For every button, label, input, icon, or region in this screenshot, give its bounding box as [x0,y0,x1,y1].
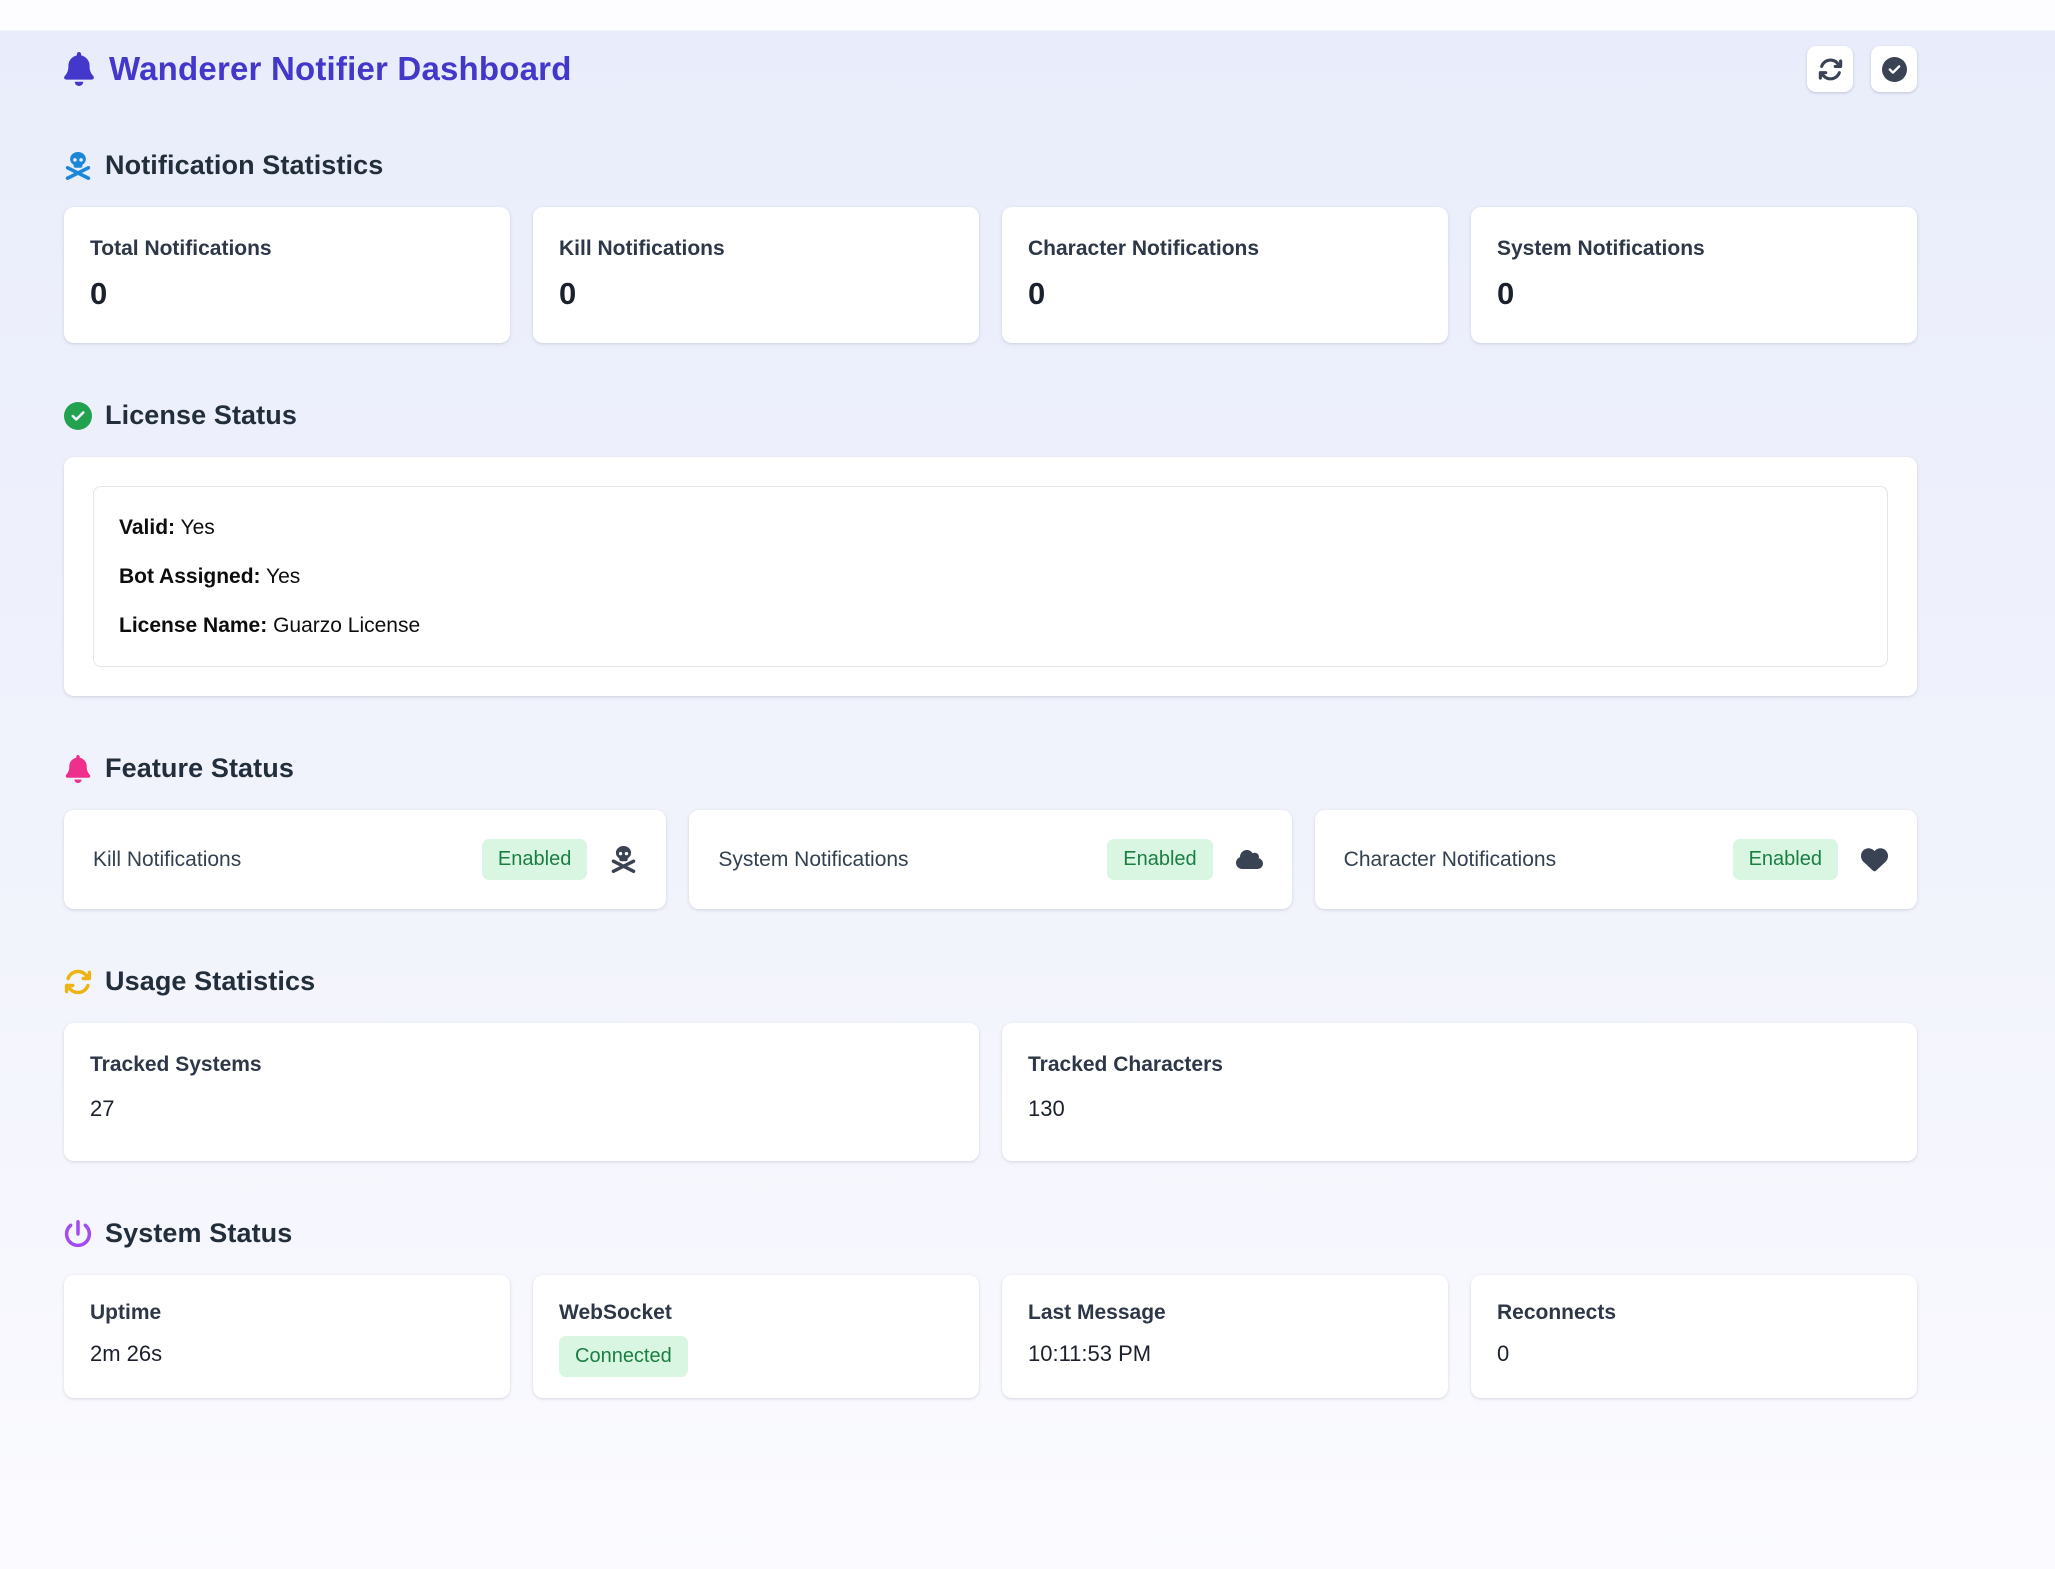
license-row-license-name: License Name: Guarzo License [119,612,1862,639]
stat-card-character-notifications: Character Notifications 0 [1002,207,1448,343]
license-label: Valid: [119,516,175,539]
system-grid: Uptime 2m 26s WebSocket Connected Last M… [64,1275,1917,1398]
section-title: System Status [64,1218,1917,1249]
dashboard-page: Wanderer Notifier Dashboard Notification… [64,0,1917,1398]
title-wrap: Wanderer Notifier Dashboard [64,50,572,88]
heart-icon [1861,846,1888,873]
license-row-bot-assigned: Bot Assigned: Yes [119,563,1862,590]
check-circle-icon [64,402,92,430]
system-label: WebSocket [559,1301,953,1325]
license-value: Yes [261,565,301,588]
header-buttons [1807,46,1917,92]
feature-card-character-notifications: Character Notifications Enabled [1315,810,1917,909]
feature-right: Enabled [1107,839,1262,880]
bell-icon [64,52,94,86]
system-label: Last Message [1028,1301,1422,1325]
feature-label: Character Notifications [1344,848,1556,872]
stat-value: 0 [90,276,484,312]
system-badge-wrap: Connected [559,1336,953,1377]
check-button[interactable] [1871,46,1917,92]
app-header: Wanderer Notifier Dashboard [64,46,1917,92]
section-heading: Feature Status [105,753,294,784]
stat-value: 0 [1497,276,1891,312]
system-card-websocket: WebSocket Connected [533,1275,979,1398]
status-badge: Enabled [1733,839,1838,880]
power-icon [64,1220,92,1248]
section-heading: System Status [105,1218,292,1249]
system-label: Uptime [90,1301,484,1325]
system-card-reconnects: Reconnects 0 [1471,1275,1917,1398]
usage-card-tracked-characters: Tracked Characters 130 [1002,1023,1917,1161]
stat-label: Total Notifications [90,237,484,261]
page-title: Wanderer Notifier Dashboard [109,50,572,88]
stat-card-system-notifications: System Notifications 0 [1471,207,1917,343]
stat-label: Character Notifications [1028,237,1422,261]
section-title: License Status [64,400,1917,431]
feature-card-kill-notifications: Kill Notifications Enabled [64,810,666,909]
status-badge: Enabled [482,839,587,880]
system-label: Reconnects [1497,1301,1891,1325]
section-heading: Usage Statistics [105,966,315,997]
system-value: 2m 26s [90,1341,484,1367]
license-label: License Name: [119,614,267,637]
cloud-icon [1236,846,1263,873]
feature-card-system-notifications: System Notifications Enabled [689,810,1291,909]
license-value: Guarzo License [267,614,420,637]
system-value: 0 [1497,1341,1891,1367]
section-system-status: System Status Uptime 2m 26s WebSocket Co… [64,1218,1917,1398]
system-card-last-message: Last Message 10:11:53 PM [1002,1275,1448,1398]
features-grid: Kill Notifications Enabled System Notifi… [64,810,1917,909]
stat-card-kill-notifications: Kill Notifications 0 [533,207,979,343]
license-row-valid: Valid: Yes [119,514,1862,541]
refresh-icon [1818,57,1843,82]
usage-grid: Tracked Systems 27 Tracked Characters 13… [64,1023,1917,1161]
license-details-box: Valid: Yes Bot Assigned: Yes License Nam… [93,486,1888,667]
status-badge: Enabled [1107,839,1212,880]
connected-badge: Connected [559,1336,688,1377]
feature-label: Kill Notifications [93,848,241,872]
section-heading: License Status [105,400,297,431]
section-title: Feature Status [64,753,1917,784]
section-usage-statistics: Usage Statistics Tracked Systems 27 Trac… [64,966,1917,1161]
stat-card-total-notifications: Total Notifications 0 [64,207,510,343]
stat-value: 0 [559,276,953,312]
section-title: Usage Statistics [64,966,1917,997]
feature-right: Enabled [1733,839,1888,880]
usage-label: Tracked Systems [90,1053,953,1077]
skull-crossbones-icon [64,152,92,180]
section-license-status: License Status Valid: Yes Bot Assigned: … [64,400,1917,696]
refresh-button[interactable] [1807,46,1853,92]
license-value: Yes [175,516,215,539]
license-card: Valid: Yes Bot Assigned: Yes License Nam… [64,457,1917,696]
system-card-uptime: Uptime 2m 26s [64,1275,510,1398]
section-heading: Notification Statistics [105,150,383,181]
usage-value: 27 [90,1096,953,1122]
refresh-icon [64,968,92,996]
check-circle-icon [1882,57,1907,82]
bell-icon [64,755,92,783]
usage-label: Tracked Characters [1028,1053,1891,1077]
usage-value: 130 [1028,1096,1891,1122]
skull-crossbones-icon [610,846,637,873]
stats-grid: Total Notifications 0 Kill Notifications… [64,207,1917,343]
section-notification-statistics: Notification Statistics Total Notificati… [64,150,1917,343]
section-title: Notification Statistics [64,150,1917,181]
stat-label: System Notifications [1497,237,1891,261]
feature-label: System Notifications [718,848,908,872]
stat-value: 0 [1028,276,1422,312]
license-label: Bot Assigned: [119,565,261,588]
section-feature-status: Feature Status Kill Notifications Enable… [64,753,1917,909]
system-value: 10:11:53 PM [1028,1341,1422,1367]
stat-label: Kill Notifications [559,237,953,261]
usage-card-tracked-systems: Tracked Systems 27 [64,1023,979,1161]
feature-right: Enabled [482,839,637,880]
